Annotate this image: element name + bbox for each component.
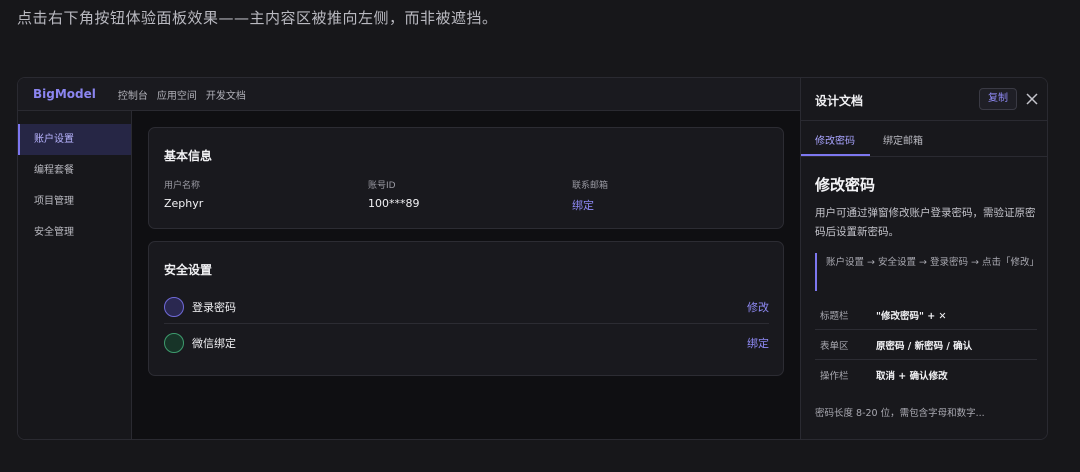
- sidebar-item-account-settings[interactable]: 账户设置: [18, 124, 131, 155]
- panel-title: 设计文档: [815, 94, 864, 108]
- panel-tabs: 修改密码 绑定邮箱: [801, 122, 1047, 157]
- tab-bind-email[interactable]: 绑定邮箱: [883, 132, 923, 147]
- info-email: 联系邮箱 绑定: [572, 178, 608, 213]
- info-account-id: 账号ID 100***89: [368, 178, 420, 210]
- table-value: "修改密码" + ✕: [876, 310, 947, 322]
- main-content: 基本信息 用户名称 Zephyr 账号ID 100***89 联系邮箱 绑定 安…: [133, 112, 800, 439]
- security-card: 安全设置 登录密码 修改 微信绑定 绑定: [148, 241, 784, 376]
- nav-link-console[interactable]: 控制台: [118, 87, 148, 102]
- table-row: 操作栏 取消 + 确认修改: [815, 360, 1037, 390]
- password-label: 登录密码: [192, 300, 236, 314]
- sidebar: 账户设置 编程套餐 项目管理 安全管理: [18, 111, 132, 439]
- security-title: 安全设置: [164, 263, 213, 277]
- table-key: 表单区: [820, 340, 849, 352]
- page-caption: 点击右下角按钮体验面板效果——主内容区被推向左侧，而非被遮挡。: [17, 9, 498, 27]
- table-key: 操作栏: [820, 371, 849, 382]
- doc-heading: 修改密码: [815, 176, 876, 194]
- doc-table: 标题栏 "修改密码" + ✕ 表单区 原密码 / 新密码 / 确认 操作栏 取消…: [815, 300, 1037, 390]
- wechat-label: 微信绑定: [192, 337, 236, 350]
- doc-path-quote: 账户设置 → 安全设置 → 登录密码 → 点击「修改」: [815, 253, 1039, 291]
- email-label: 联系邮箱: [572, 181, 609, 191]
- panel-header: 设计文档 复制: [801, 78, 1047, 121]
- password-status-icon: [164, 296, 184, 317]
- tab-change-password[interactable]: 修改密码: [815, 132, 855, 147]
- active-tab-indicator: [801, 154, 870, 156]
- table-key: 标题栏: [820, 310, 849, 322]
- wechat-status-icon: [164, 333, 184, 353]
- username-label: 用户名称: [164, 181, 201, 191]
- design-doc-panel: 设计文档 复制 修改密码 绑定邮箱 修改密码 用户可通过弹窗修改账户登录密码，需…: [800, 78, 1047, 439]
- account-id-label: 账号ID: [368, 181, 396, 191]
- bind-email-link[interactable]: 绑定: [572, 197, 608, 213]
- nav-link-app-space[interactable]: 应用空间: [157, 87, 197, 102]
- copy-button[interactable]: 复制: [979, 88, 1017, 110]
- brand-logo[interactable]: BigModel: [33, 87, 96, 101]
- security-row-password: 登录密码 修改: [164, 290, 769, 324]
- doc-description: 用户可通过弹窗修改账户登录密码，需验证原密码后设置新密码。: [815, 207, 1036, 238]
- table-value: 取消 + 确认修改: [876, 371, 948, 382]
- basic-info-title: 基本信息: [164, 149, 213, 163]
- table-value: 原密码 / 新密码 / 确认: [876, 340, 973, 352]
- basic-info-card: 基本信息 用户名称 Zephyr 账号ID 100***89 联系邮箱 绑定: [148, 127, 784, 229]
- username-value: Zephyr: [164, 197, 204, 210]
- sidebar-item-coding-plan[interactable]: 编程套餐: [18, 155, 131, 186]
- nav-link-dev-docs[interactable]: 开发文档: [206, 87, 246, 102]
- security-row-wechat: 微信绑定 绑定: [164, 326, 769, 360]
- sidebar-item-security-management[interactable]: 安全管理: [18, 217, 131, 248]
- bind-wechat-link[interactable]: 绑定: [747, 335, 769, 351]
- sidebar-item-project-management[interactable]: 项目管理: [18, 186, 131, 217]
- account-id-value: 100***89: [368, 197, 420, 210]
- app-frame: BigModel 控制台 应用空间 开发文档 账户设置 编程套餐 项目管理 安全…: [17, 77, 1048, 440]
- table-row: 表单区 原密码 / 新密码 / 确认: [815, 330, 1037, 360]
- top-nav: BigModel 控制台 应用空间 开发文档: [18, 78, 800, 111]
- table-row: 标题栏 "修改密码" + ✕: [815, 300, 1037, 330]
- info-username: 用户名称 Zephyr: [164, 178, 203, 210]
- close-icon[interactable]: [1023, 88, 1041, 110]
- doc-footnote: 密码长度 8-20 位，需包含字母和数字...: [815, 408, 985, 419]
- modify-password-link[interactable]: 修改: [747, 299, 769, 315]
